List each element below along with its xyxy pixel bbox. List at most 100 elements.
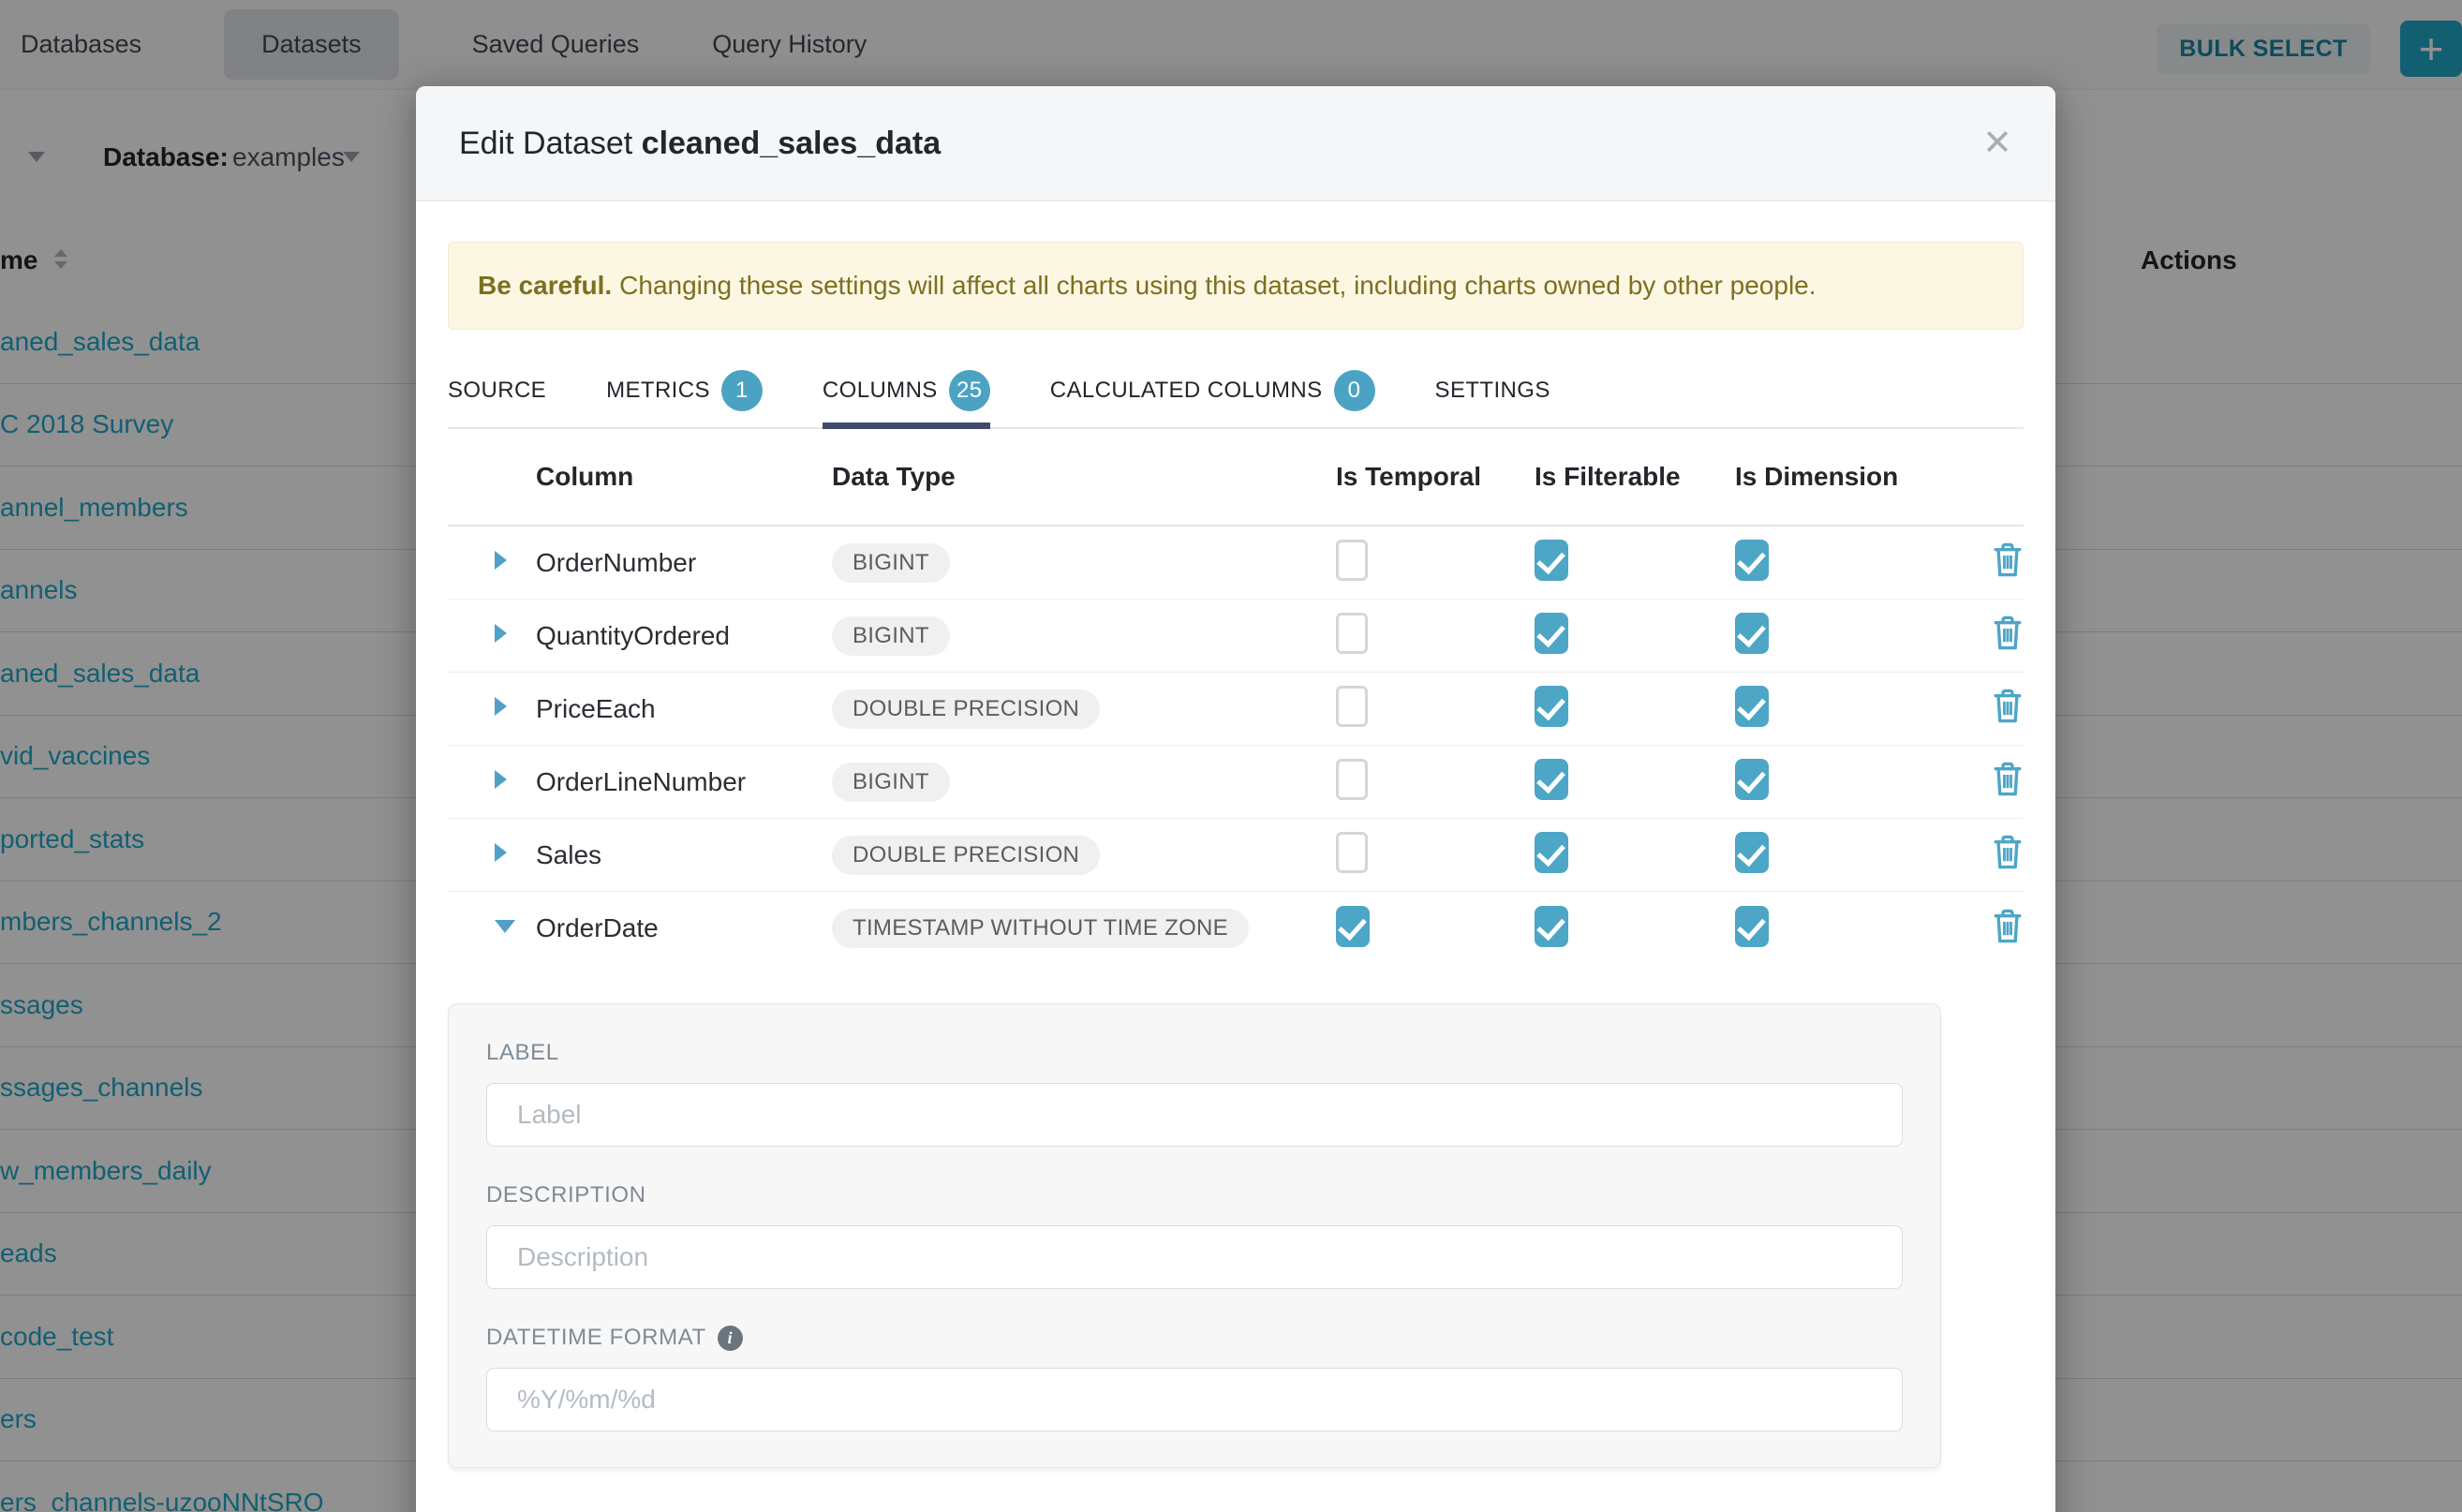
trash-icon <box>1992 615 2024 652</box>
column-name: QuantityOrdered <box>536 621 832 651</box>
is-filterable-header: Is Filterable <box>1535 462 1735 492</box>
column-header: Column <box>536 462 832 492</box>
tab-label: COLUMNS <box>823 378 938 404</box>
datetime-format-field-label: DATETIME FORMAT i <box>486 1325 1903 1351</box>
description-input[interactable] <box>486 1225 1903 1289</box>
expand-caret-icon <box>495 843 507 862</box>
delete-column-button[interactable] <box>1992 908 2024 950</box>
checkbox-checked[interactable] <box>1735 540 1769 581</box>
trash-icon <box>1992 761 2024 798</box>
column-name: OrderDate <box>536 913 832 943</box>
checkbox-checked[interactable] <box>1336 906 1370 947</box>
modal-title-prefix: Edit Dataset <box>459 126 632 161</box>
delete-column-button[interactable] <box>1992 615 2024 657</box>
expand-row-button[interactable] <box>495 697 536 720</box>
expand-row-button[interactable] <box>495 843 536 867</box>
modal-title-dataset: cleaned_sales_data <box>642 126 941 161</box>
checkbox-unchecked[interactable] <box>1336 686 1368 727</box>
modal-title: Edit Dataset cleaned_sales_data <box>459 126 941 162</box>
checkbox-checked[interactable] <box>1535 613 1568 654</box>
tab-calculated-columns[interactable]: CALCULATED COLUMNS 0 <box>1050 354 1375 427</box>
tab-columns[interactable]: COLUMNS 25 <box>823 354 990 427</box>
delete-column-button[interactable] <box>1992 541 2024 584</box>
delete-column-button[interactable] <box>1992 688 2024 730</box>
tab-label: SOURCE <box>448 378 546 404</box>
trash-icon <box>1992 688 2024 725</box>
column-row: PriceEach DOUBLE PRECISION <box>448 673 2024 746</box>
label-field-group: LABEL <box>486 1040 1903 1147</box>
column-detail-panel: LABEL DESCRIPTION DATETIME FORMAT i <box>448 1003 1941 1468</box>
checkbox-unchecked[interactable] <box>1336 832 1368 873</box>
column-name: OrderLineNumber <box>536 767 832 797</box>
checkbox-checked[interactable] <box>1535 759 1568 800</box>
label-field-label: LABEL <box>486 1040 1903 1066</box>
expand-row-button[interactable] <box>495 770 536 793</box>
tab-count-badge: 0 <box>1334 370 1375 411</box>
checkbox-unchecked[interactable] <box>1336 540 1368 581</box>
tab-count-badge: 25 <box>949 370 990 411</box>
data-type-header: Data Type <box>832 462 1336 492</box>
trash-icon <box>1992 908 2024 945</box>
tab-source[interactable]: SOURCE <box>448 354 546 427</box>
modal-body: Be careful. Changing these settings will… <box>416 242 2055 1468</box>
modal-header: Edit Dataset cleaned_sales_data ✕ <box>416 86 2055 201</box>
column-name: Sales <box>536 840 832 870</box>
delete-column-button[interactable] <box>1992 761 2024 803</box>
data-type-pill: BIGINT <box>832 616 950 656</box>
collapse-row-button[interactable] <box>495 920 536 938</box>
expand-row-button[interactable] <box>495 624 536 647</box>
datetime-format-field-group: DATETIME FORMAT i <box>486 1325 1903 1431</box>
app-root: DatabasesDatasetsSaved QueriesQuery Hist… <box>0 0 2462 1512</box>
checkbox-checked[interactable] <box>1535 540 1568 581</box>
checkbox-checked[interactable] <box>1535 832 1568 873</box>
checkbox-unchecked[interactable] <box>1336 613 1368 654</box>
checkbox-checked[interactable] <box>1735 759 1769 800</box>
expand-row-button[interactable] <box>495 551 536 574</box>
delete-column-button[interactable] <box>1992 834 2024 876</box>
checkbox-unchecked[interactable] <box>1336 759 1368 800</box>
tab-label: METRICS <box>606 378 710 404</box>
checkbox-checked[interactable] <box>1735 832 1769 873</box>
data-type-pill: BIGINT <box>832 763 950 802</box>
trash-icon <box>1992 834 2024 871</box>
column-name: PriceEach <box>536 694 832 724</box>
tab-settings[interactable]: SETTINGS <box>1435 354 1550 427</box>
data-type-pill: BIGINT <box>832 543 950 583</box>
column-row: Sales DOUBLE PRECISION <box>448 819 2024 892</box>
is-dimension-header: Is Dimension <box>1735 462 1971 492</box>
expand-caret-icon <box>495 770 507 789</box>
column-row: OrderNumber BIGINT <box>448 526 2024 600</box>
expand-caret-icon <box>495 697 507 716</box>
label-input[interactable] <box>486 1083 1903 1147</box>
tab-label: CALCULATED COLUMNS <box>1050 378 1323 404</box>
is-temporal-header: Is Temporal <box>1336 462 1535 492</box>
expand-caret-icon <box>495 551 507 570</box>
edit-dataset-modal: Edit Dataset cleaned_sales_data ✕ Be car… <box>416 86 2055 1512</box>
column-name: OrderNumber <box>536 548 832 578</box>
warning-banner: Be careful. Changing these settings will… <box>448 242 2024 330</box>
checkbox-checked[interactable] <box>1735 613 1769 654</box>
tab-metrics[interactable]: METRICS 1 <box>606 354 763 427</box>
data-type-pill: DOUBLE PRECISION <box>832 836 1100 875</box>
warning-text: Changing these settings will affect all … <box>619 271 1816 301</box>
warning-bold: Be careful. <box>478 271 612 301</box>
column-row: OrderDate TIMESTAMP WITHOUT TIME ZONE <box>448 892 2024 965</box>
checkbox-checked[interactable] <box>1735 906 1769 947</box>
columns-table-body: OrderNumber BIGINT QuantityOrdered BIGIN… <box>448 526 2024 965</box>
columns-table-header: Column Data Type Is Temporal Is Filterab… <box>448 429 2024 526</box>
column-row: OrderLineNumber BIGINT <box>448 746 2024 819</box>
collapse-caret-icon <box>495 920 515 933</box>
info-icon[interactable]: i <box>718 1326 743 1351</box>
checkbox-checked[interactable] <box>1535 686 1568 727</box>
expand-caret-icon <box>495 624 507 643</box>
datetime-format-input[interactable] <box>486 1368 1903 1431</box>
data-type-pill: DOUBLE PRECISION <box>832 689 1100 729</box>
description-field-group: DESCRIPTION <box>486 1182 1903 1289</box>
close-icon[interactable]: ✕ <box>1982 126 2012 161</box>
tab-count-badge: 1 <box>721 370 763 411</box>
checkbox-checked[interactable] <box>1735 686 1769 727</box>
column-row: QuantityOrdered BIGINT <box>448 600 2024 673</box>
description-field-label: DESCRIPTION <box>486 1182 1903 1208</box>
trash-icon <box>1992 541 2024 579</box>
checkbox-checked[interactable] <box>1535 906 1568 947</box>
